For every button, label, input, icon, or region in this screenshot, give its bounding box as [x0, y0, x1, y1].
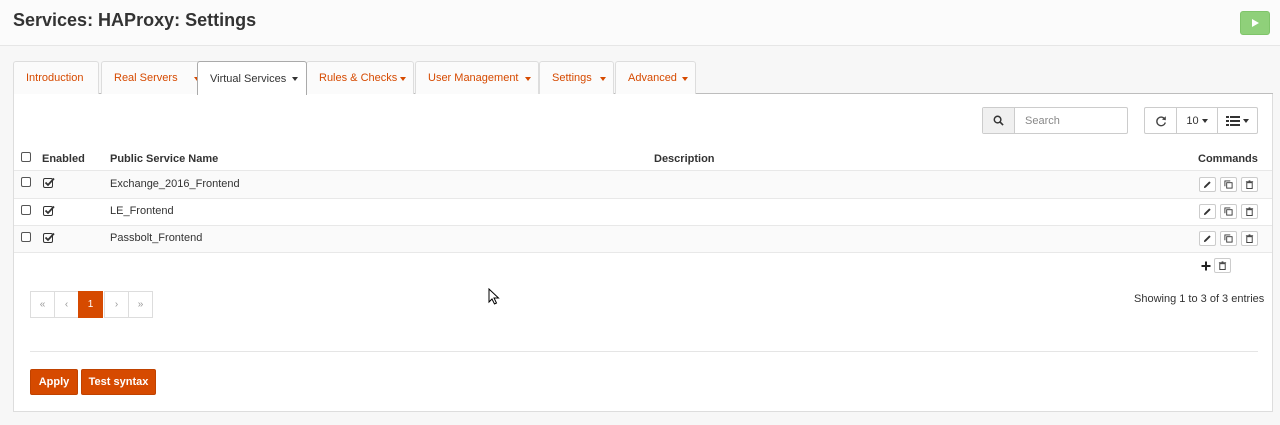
- tab-label: Rules & Checks: [319, 72, 398, 84]
- checked-icon: [43, 205, 55, 216]
- columns-dropdown[interactable]: [1218, 108, 1257, 133]
- pencil-icon: [1203, 181, 1211, 189]
- tab-advanced[interactable]: Advanced: [615, 61, 696, 94]
- page-prev[interactable]: ‹: [54, 291, 79, 318]
- page-title: Services: HAProxy: Settings: [13, 10, 257, 30]
- content-panel: [13, 94, 1273, 412]
- chevron-down-icon: [682, 77, 688, 81]
- trash-icon: [1245, 180, 1254, 189]
- chevron-down-icon: [525, 77, 531, 81]
- tab-label: Introduction: [26, 72, 84, 84]
- delete-button[interactable]: [1241, 204, 1258, 219]
- page-header: Services: HAProxy: Settings: [0, 0, 1280, 46]
- checked-icon: [43, 232, 55, 243]
- tab-label: User Management: [428, 72, 519, 84]
- chevron-down-icon: [1201, 118, 1208, 123]
- page-current[interactable]: 1: [78, 291, 103, 318]
- refresh-icon: [1155, 115, 1166, 126]
- service-name: LE_Frontend: [110, 205, 174, 217]
- chevron-down-icon: [1243, 118, 1249, 123]
- plus-icon: [1201, 261, 1210, 270]
- pencil-icon: [1203, 235, 1211, 243]
- search-input[interactable]: [1016, 108, 1127, 133]
- page-first[interactable]: «: [30, 291, 55, 318]
- chevron-down-icon: [600, 77, 606, 81]
- search-icon[interactable]: [983, 108, 1015, 133]
- mouse-cursor-icon: [488, 288, 500, 305]
- tab-settings[interactable]: Settings: [539, 61, 614, 94]
- edit-button[interactable]: [1199, 231, 1216, 246]
- test-syntax-button[interactable]: Test syntax: [81, 369, 156, 395]
- pencil-icon: [1203, 208, 1211, 216]
- delete-selected-button[interactable]: [1214, 258, 1231, 273]
- edit-button[interactable]: [1199, 204, 1216, 219]
- refresh-button[interactable]: [1145, 108, 1176, 133]
- entries-summary: Showing 1 to 3 of 3 entries: [1134, 293, 1265, 305]
- run-button[interactable]: [1240, 11, 1270, 35]
- row-checkbox[interactable]: [21, 205, 31, 215]
- edit-button[interactable]: [1199, 177, 1216, 192]
- tab-label: Real Servers: [114, 72, 178, 84]
- add-button[interactable]: [1197, 258, 1214, 273]
- select-all-checkbox[interactable]: [21, 152, 31, 162]
- page-last[interactable]: »: [128, 291, 153, 318]
- trash-icon: [1218, 261, 1227, 270]
- checked-icon: [43, 177, 55, 188]
- page-size-dropdown[interactable]: 10: [1177, 108, 1217, 133]
- clone-button[interactable]: [1220, 177, 1237, 192]
- page-size-value: 10: [1186, 114, 1199, 127]
- tab-virtual-services[interactable]: Virtual Services: [197, 61, 307, 95]
- table-row[interactable]: [14, 199, 1272, 225]
- tab-label: Advanced: [628, 72, 677, 84]
- clone-button[interactable]: [1220, 204, 1237, 219]
- header-public-service-name: Public Service Name: [110, 153, 219, 165]
- chevron-down-icon: [400, 77, 406, 81]
- delete-button[interactable]: [1241, 231, 1258, 246]
- table-toolbar: 10: [1144, 107, 1258, 134]
- trash-icon: [1245, 207, 1254, 216]
- copy-icon: [1224, 180, 1233, 189]
- row-checkbox[interactable]: [21, 232, 31, 242]
- apply-button[interactable]: Apply: [30, 369, 78, 395]
- search-group: [982, 107, 1128, 134]
- header-commands: Commands: [1198, 153, 1258, 165]
- header-enabled: Enabled: [42, 153, 85, 165]
- copy-icon: [1224, 207, 1233, 216]
- tab-label: Settings: [552, 72, 592, 84]
- tab-real-servers[interactable]: Real Servers: [101, 61, 208, 94]
- tab-bar: Introduction Real Servers Virtual Servic…: [13, 61, 1273, 95]
- clone-button[interactable]: [1220, 231, 1237, 246]
- table-row[interactable]: [14, 226, 1272, 252]
- row-checkbox[interactable]: [21, 177, 31, 187]
- column-list-icon: [1226, 115, 1240, 126]
- page-next[interactable]: ›: [104, 291, 129, 318]
- divider: [30, 351, 1258, 352]
- tab-user-management[interactable]: User Management: [415, 61, 539, 94]
- copy-icon: [1224, 234, 1233, 243]
- pagination: « ‹ 1 › »: [30, 291, 154, 318]
- tab-rules-checks[interactable]: Rules & Checks: [306, 61, 414, 94]
- chevron-down-icon: [292, 77, 298, 81]
- header-description: Description: [654, 153, 715, 165]
- delete-button[interactable]: [1241, 177, 1258, 192]
- tab-label: Virtual Services: [210, 72, 287, 85]
- service-name: Exchange_2016_Frontend: [110, 178, 240, 190]
- tab-introduction[interactable]: Introduction: [13, 61, 99, 94]
- trash-icon: [1245, 234, 1254, 243]
- play-icon: [1252, 19, 1259, 27]
- service-name: Passbolt_Frontend: [110, 232, 203, 244]
